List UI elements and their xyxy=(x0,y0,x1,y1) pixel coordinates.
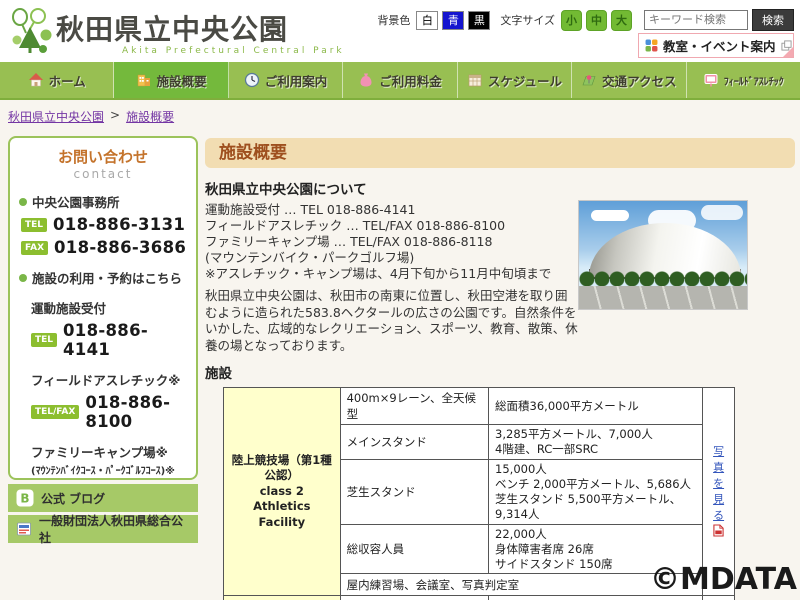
photo-parking-lines xyxy=(579,286,747,309)
camp-sublabel: (ﾏｳﾝﾃﾝﾊﾞｲｸｺｰｽ・ﾊﾟｰｸｺﾞﾙﾌｺｰｽ)※ xyxy=(31,462,187,477)
font-size-label: 文字サイズ xyxy=(500,12,555,28)
map-pin-icon xyxy=(581,72,597,88)
office-fax-number: 018-886-3686 xyxy=(54,238,186,257)
page-title-bar: 施設概要 xyxy=(205,138,795,168)
page: 秋田県立中央公園 Akita Prefectural Central Park … xyxy=(0,0,800,600)
bullet-icon xyxy=(19,274,27,282)
page-title: 施設概要 xyxy=(205,138,795,168)
table-row-value: 総面積36,000平方メートル xyxy=(489,388,703,425)
font-medium-button[interactable]: 中 xyxy=(586,10,607,31)
park-logo-icon xyxy=(10,7,54,55)
akita-foundation-link[interactable]: 一般財団法人秋田県総合公社 xyxy=(8,515,198,543)
contact-title: お問い合わせ xyxy=(19,146,187,167)
park-dome-photo xyxy=(578,200,748,310)
facility-name-cell: 補助陸上競技場（第3種公認） xyxy=(224,596,341,600)
nav-access[interactable]: 交通アクセス xyxy=(572,62,686,98)
camp-label: ファミリーキャンプ場※ xyxy=(31,442,187,461)
nav-usage-guide[interactable]: ご利用案内 xyxy=(229,62,343,98)
photo-clouds xyxy=(591,210,629,221)
official-blog-link[interactable]: B 公式 ブログ xyxy=(8,484,198,512)
blog-b-icon: B xyxy=(16,489,34,507)
nav-usage-fees[interactable]: ご利用料金 xyxy=(343,62,457,98)
office-tel-row: TEL 018-886-3131 xyxy=(21,215,187,234)
calendar-icon xyxy=(467,72,483,88)
search-button[interactable]: 検索 xyxy=(752,9,794,31)
table-row-value: 3,285平方メートル、7,000人 4階建、RC一部SRC xyxy=(489,425,703,460)
event-link-label: 教室・イベント案内 xyxy=(663,36,776,55)
nav-schedule[interactable]: スケジュール xyxy=(458,62,572,98)
park-description: 秋田県立中央公園は、秋田市の南東に位置し、秋田空港を取り囲むように造られた583… xyxy=(205,288,579,354)
athletic-label: フィールドアスレチック※ xyxy=(31,370,187,389)
table-row-label: 総収容人員 xyxy=(340,524,488,574)
athletic-tel-number: 018-886-8100 xyxy=(85,393,187,431)
reserve-label-row: 施設の利用・予約はこちら xyxy=(19,268,187,287)
sports-tel-number: 018-886-4141 xyxy=(63,321,187,359)
office-tel-number: 018-886-3131 xyxy=(53,215,185,234)
table-row-label: 芝生スタンド xyxy=(340,459,488,524)
telfax-badge: TEL/FAX xyxy=(31,405,79,419)
sports-tel-row: TEL 018-886-4141 xyxy=(31,321,187,359)
main-content: 施設概要 秋田県立中央公園について 運動施設受付 … TEL 018-886-4… xyxy=(205,138,795,600)
office-label-row: 中央公園事務所 xyxy=(19,192,187,211)
accessibility-controls: 背景色 白 青 黒 文字サイズ 小 中 大 検索 xyxy=(371,9,794,31)
photo-trees xyxy=(579,270,747,287)
signboard-icon xyxy=(703,72,719,88)
tel-badge: TEL xyxy=(31,333,57,347)
nav-home[interactable]: ホーム xyxy=(0,62,114,98)
money-pouch-icon xyxy=(358,72,374,88)
bullet-icon xyxy=(19,198,27,206)
font-small-button[interactable]: 小 xyxy=(561,10,582,31)
event-dots-icon xyxy=(645,39,658,52)
pink-corner-decoration xyxy=(783,47,793,57)
home-icon xyxy=(28,72,44,88)
bg-white-button[interactable]: 白 xyxy=(416,11,438,30)
athletic-tel-row: TEL/FAX 018-886-8100 xyxy=(31,393,187,431)
table-row-label: 総面積 xyxy=(340,596,488,600)
building-icon xyxy=(136,72,152,88)
org-flag-icon xyxy=(16,521,32,537)
bg-black-button[interactable]: 黒 xyxy=(468,11,490,30)
breadcrumb-current-link[interactable]: 施設概要 xyxy=(126,108,174,125)
table-row-value: 15,000人 ベンチ 2,000平方メートル、5,686人 芝生スタンド 5,… xyxy=(489,459,703,524)
table-row-label: 屋内練習場、会議室、写真判定室 xyxy=(340,574,703,596)
facility-name-cell: 陸上競技場（第1種公認） class 2 Athletics Facility xyxy=(224,388,341,596)
nav-facility-overview[interactable]: 施設概要 xyxy=(114,62,228,98)
breadcrumb: 秋田県立中央公園 > 施設概要 xyxy=(8,108,174,125)
bg-blue-button[interactable]: 青 xyxy=(442,11,464,30)
tel-badge: TEL xyxy=(21,218,47,232)
site-subtitle: Akita Prefectural Central Park xyxy=(122,46,345,56)
about-heading: 秋田県立中央公園について xyxy=(205,178,795,198)
search-input[interactable] xyxy=(644,10,748,30)
nav-field-athletic[interactable]: ﾌｨｰﾙﾄﾞｱｽﾚﾁｯｸ xyxy=(687,62,800,98)
watermark: ©MDATA xyxy=(650,562,797,597)
pdf-icon xyxy=(713,524,724,537)
breadcrumb-separator: > xyxy=(110,108,120,125)
facilities-heading: 施設 xyxy=(205,362,795,382)
table-row-label: 400m×9レーン、全天候型 xyxy=(340,388,488,425)
contact-sidebar: お問い合わせ contact 中央公園事務所 TEL 018-886-3131 … xyxy=(8,136,198,480)
breadcrumb-home-link[interactable]: 秋田県立中央公園 xyxy=(8,108,104,125)
fax-badge: FAX xyxy=(21,241,48,255)
contact-subtitle: contact xyxy=(19,167,187,181)
svg-text:B: B xyxy=(20,492,29,506)
table-row-label: メインスタンド xyxy=(340,425,488,460)
bg-color-label: 背景色 xyxy=(377,12,410,28)
font-large-button[interactable]: 大 xyxy=(611,10,632,31)
sports-reception-label: 運動施設受付 xyxy=(31,298,187,317)
site-header: 秋田県立中央公園 Akita Prefectural Central Park … xyxy=(0,0,800,62)
clock-icon xyxy=(244,72,260,88)
office-fax-row: FAX 018-886-3686 xyxy=(21,238,187,257)
photo-dome-roof xyxy=(589,223,741,277)
event-info-link[interactable]: 教室・イベント案内 xyxy=(638,33,794,58)
main-nav: ホーム 施設概要 ご利用案内 xyxy=(0,62,800,100)
site-title: 秋田県立中央公園 xyxy=(56,8,288,48)
view-photo-link[interactable]: 写真を見る xyxy=(713,445,724,521)
